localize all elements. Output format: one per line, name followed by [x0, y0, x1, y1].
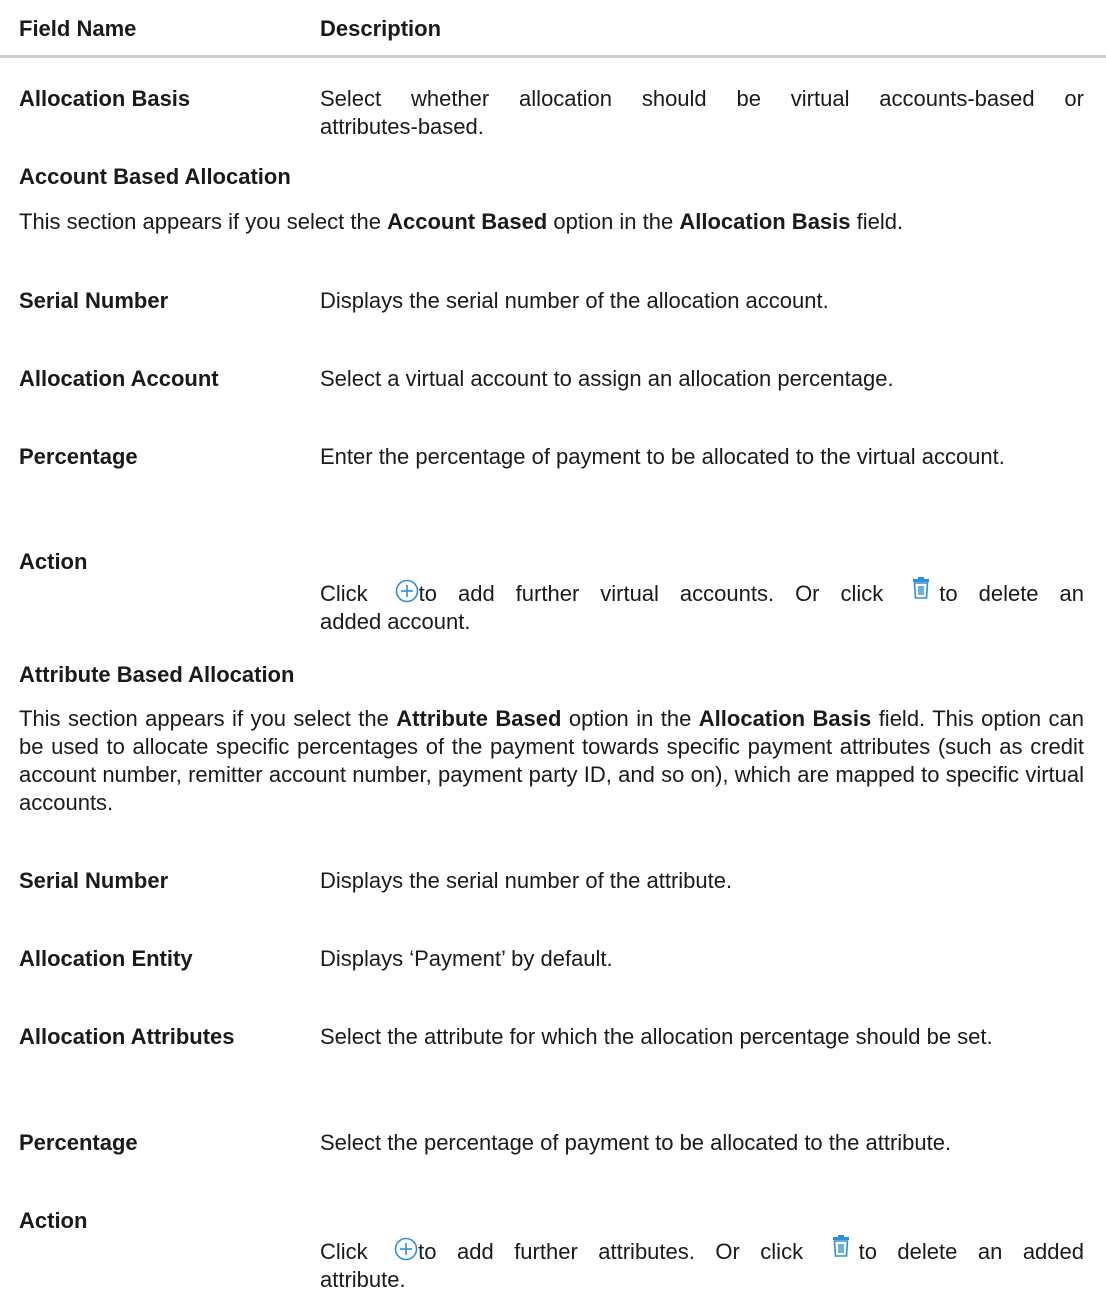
field-label: Allocation Basis	[19, 86, 191, 111]
section-paragraph: This section appears if you select the A…	[19, 209, 904, 234]
section-title: Account Based Allocation	[19, 164, 291, 189]
table-header: Field Name Description	[0, 0, 1106, 58]
field-label: Serial Number	[19, 868, 169, 893]
field-description: Displays the serial number of the alloca…	[320, 288, 829, 313]
field-label: Percentage	[19, 444, 138, 469]
section-title: Attribute Based Allocation	[19, 662, 295, 687]
header-divider	[0, 55, 1106, 58]
field-description: Select the attribute for which the alloc…	[320, 1024, 993, 1049]
field-label: Action	[19, 549, 88, 574]
field-label: Allocation Entity	[19, 946, 193, 971]
section-paragraph: This section appears if you select the A…	[19, 706, 1085, 815]
trash-icon[interactable]	[911, 577, 931, 599]
field-description: Displays the serial number of the attrib…	[320, 868, 733, 893]
document-page: Field Name Description Allocation Basis …	[0, 0, 1106, 1298]
field-description: Select a virtual account to assign an al…	[320, 366, 894, 391]
field-description: Enter the percentage of payment to be al…	[320, 444, 1005, 469]
field-label: Serial Number	[19, 288, 169, 313]
field-label: Allocation Attributes	[19, 1024, 235, 1049]
field-description: Displays ‘Payment’ by default.	[320, 946, 613, 971]
field-description: Select the percentage of payment to be a…	[320, 1130, 952, 1155]
trash-icon[interactable]	[831, 1235, 851, 1257]
field-label: Allocation Account	[19, 366, 219, 391]
add-circle-icon[interactable]	[394, 1237, 418, 1261]
field-description: Select whether allocation should be virt…	[320, 86, 1084, 139]
field-label: Action	[19, 1208, 88, 1233]
field-label: Percentage	[19, 1130, 138, 1155]
add-circle-icon[interactable]	[395, 579, 419, 603]
description-heading: Description	[320, 16, 442, 41]
field-name-heading: Field Name	[19, 16, 137, 41]
